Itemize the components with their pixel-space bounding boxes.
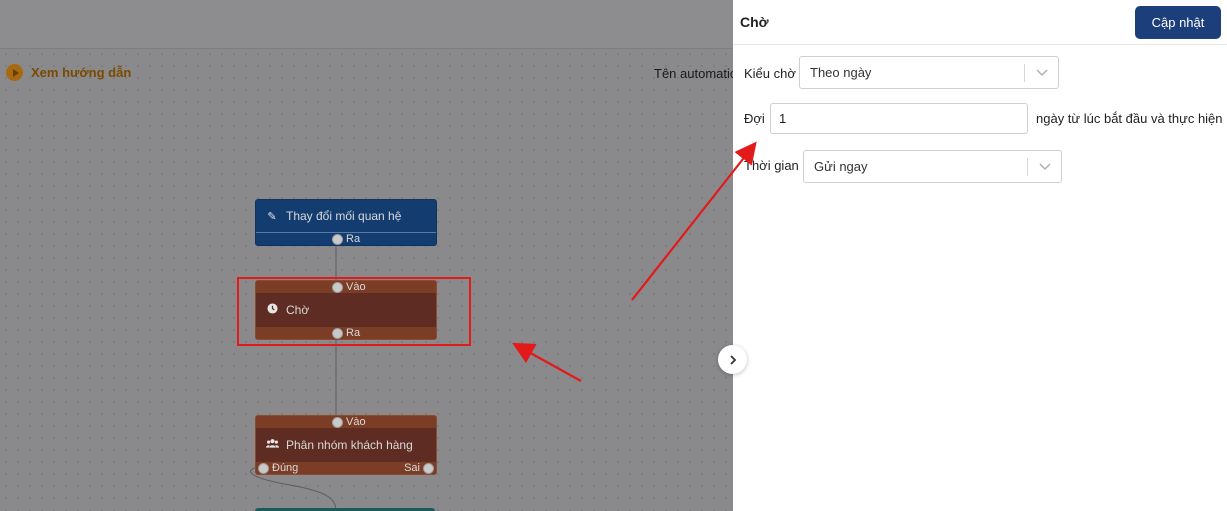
- time-select[interactable]: Gửi ngay: [803, 150, 1062, 183]
- collapse-panel-button[interactable]: [718, 345, 747, 374]
- users-icon: [266, 438, 279, 452]
- settings-panel: Chờ Cập nhật Kiểu chờ Theo ngày Đợi ngày…: [733, 0, 1227, 511]
- wait-amount-input[interactable]: [770, 103, 1028, 134]
- guide-link[interactable]: Xem hướng dẫn: [6, 64, 131, 81]
- panel-header: Chờ Cập nhật: [733, 0, 1227, 45]
- automation-canvas[interactable]: Xem hướng dẫn Tên automatic ✎ Thay đổi m…: [0, 0, 733, 511]
- input-port[interactable]: [332, 417, 343, 428]
- node-change-relation[interactable]: ✎ Thay đổi mối quan hệ Ra: [255, 199, 437, 246]
- output-label: Ra: [346, 233, 361, 245]
- wait-amount-label: Đợi: [744, 111, 765, 126]
- false-port[interactable]: [423, 463, 434, 474]
- update-button[interactable]: Cập nhật: [1135, 5, 1221, 39]
- true-port[interactable]: [258, 463, 269, 474]
- node-title: Phân nhóm khách hàng: [286, 438, 413, 452]
- input-label: Vào: [346, 416, 366, 428]
- chevron-down-icon: [1025, 68, 1058, 77]
- node-title: Thay đổi mối quan hệ: [286, 209, 402, 223]
- chevron-right-icon: [729, 354, 736, 365]
- pencil-icon: ✎: [267, 210, 277, 223]
- true-label: Đúng: [272, 462, 299, 474]
- panel-title: Chờ: [740, 14, 769, 30]
- guide-label: Xem hướng dẫn: [31, 65, 132, 80]
- wait-type-label: Kiểu chờ: [744, 66, 796, 81]
- output-port[interactable]: [332, 234, 343, 245]
- wait-amount-suffix: ngày từ lúc bắt đầu và thực hiện: [1036, 111, 1223, 126]
- wait-type-value: Theo ngày: [810, 65, 872, 80]
- time-value: Gửi ngay: [814, 159, 868, 174]
- wait-type-select[interactable]: Theo ngày: [799, 56, 1059, 89]
- chevron-down-icon: [1028, 162, 1061, 171]
- false-label: Sai: [404, 462, 420, 474]
- time-label: Thời gian: [744, 158, 799, 173]
- play-icon: [6, 64, 23, 81]
- node-group-customers[interactable]: Vào Phân nhóm khách hàng Đúng Sai: [255, 415, 437, 475]
- automation-name-label: Tên automatic: [654, 66, 733, 81]
- canvas-topbar: [0, 0, 733, 49]
- highlight-box: [237, 277, 471, 346]
